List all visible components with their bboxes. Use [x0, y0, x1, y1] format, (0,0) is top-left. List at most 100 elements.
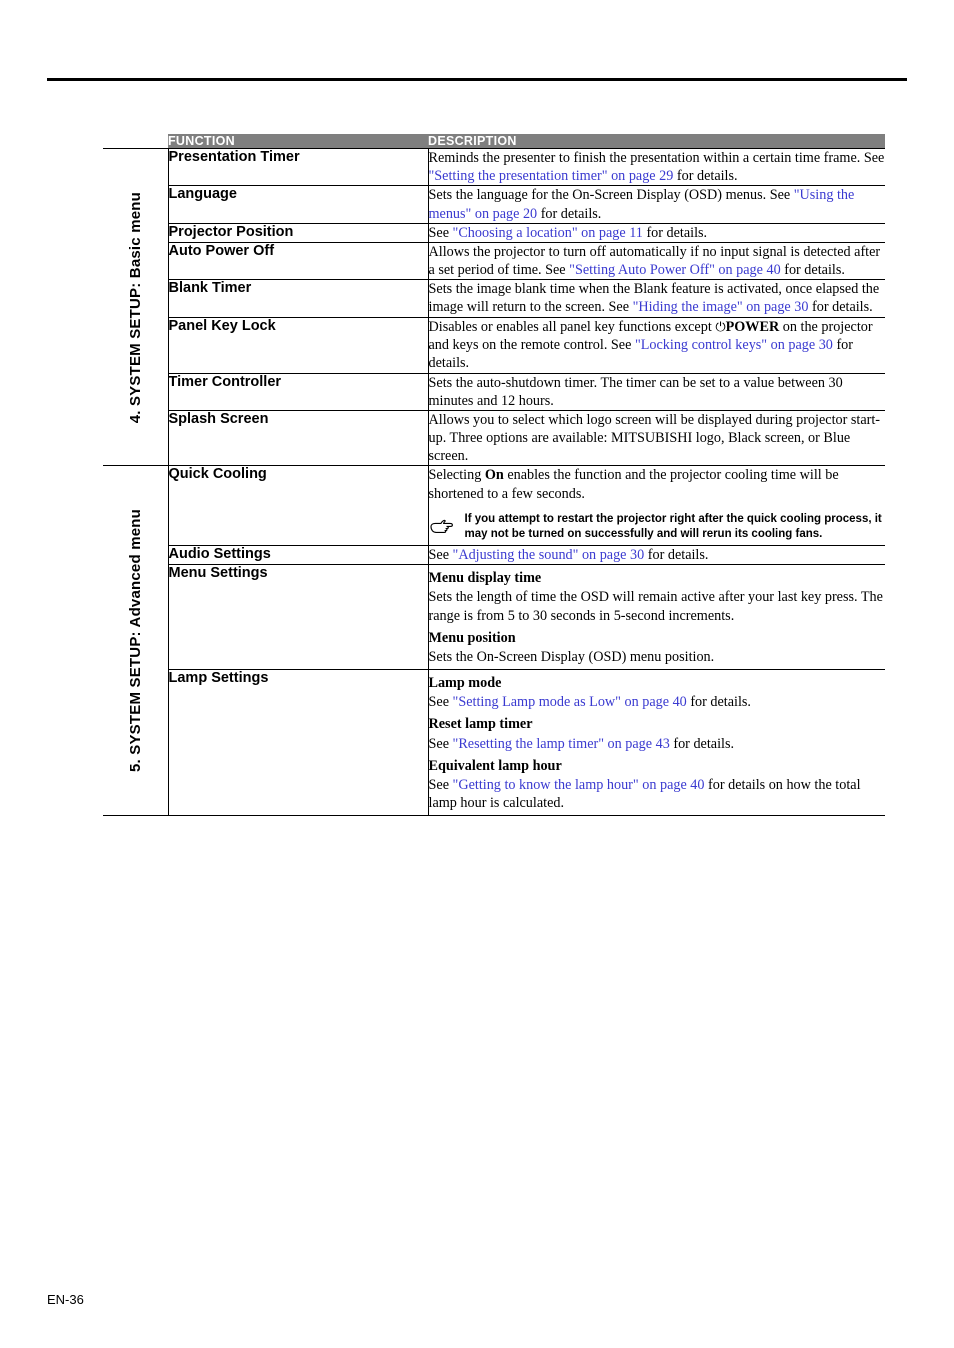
body-text: See	[428, 735, 453, 752]
sub-setting-heading: Equivalent lamp hour	[428, 757, 562, 774]
cross-reference-link[interactable]: "Setting Auto Power Off" on page 40	[569, 262, 781, 278]
sub-setting-heading: Menu display time	[428, 570, 542, 587]
description-paragraph: Allows you to select which logo screen w…	[429, 411, 886, 466]
function-name-cell: Auto Power Off	[168, 241, 429, 280]
description-paragraph: Allows the projector to turn off automat…	[429, 243, 886, 279]
function-description-cell: See "Choosing a location" on page 11 for…	[428, 222, 886, 243]
note-text: If you attempt to restart the projector …	[464, 512, 882, 540]
cross-reference-link[interactable]: "Adjusting the sound" on page 30	[453, 547, 645, 563]
body-text: Sets the On-Screen Display (OSD) menu po…	[428, 648, 715, 665]
function-description-cell: See "Adjusting the sound" on page 30 for…	[428, 545, 886, 565]
table-row: Language Sets the language for the On-Scr…	[103, 185, 886, 224]
body-text: for details.	[642, 224, 708, 241]
sub-setting-body: Sets the On-Screen Display (OSD) menu po…	[429, 648, 886, 666]
note-icon-wrap	[429, 512, 455, 539]
description-paragraph: Sets the language for the On-Screen Disp…	[429, 186, 886, 222]
function-description-cell: Sets the auto-shutdown timer. The timer …	[428, 372, 886, 411]
section-side-label: 5. SYSTEM SETUP: Advanced menu	[103, 465, 169, 816]
body-text: See	[428, 694, 453, 711]
function-description-cell: Allows the projector to turn off automat…	[428, 241, 886, 280]
function-name-cell: Presentation Timer	[168, 147, 429, 186]
description-paragraph: See "Choosing a location" on page 11 for…	[429, 224, 886, 242]
table-row: Blank Timer Sets the image blank time whe…	[103, 279, 886, 318]
page-number: EN-36	[47, 1292, 84, 1307]
document-page: FUNCTION DESCRIPTION 4. SYSTEM SETUP: Basi…	[0, 0, 954, 1348]
body-text: for details.	[644, 547, 709, 564]
table-row: Auto Power Off Allows the projector to tu…	[103, 241, 886, 280]
table-row: Audio Settings See "Adjusting the sound" …	[103, 545, 886, 565]
body-text: for details.	[780, 262, 845, 279]
function-name-cell: Blank Timer	[168, 279, 429, 318]
header-rule	[47, 78, 907, 81]
table-header-row: FUNCTION DESCRIPTION	[103, 134, 885, 149]
sub-setting-heading: Menu position	[428, 629, 516, 646]
column-header-function: FUNCTION	[168, 134, 428, 149]
table-row: Timer Controller Sets the auto-shutdown t…	[103, 372, 886, 411]
description-paragraph: Sets the image blank time when the Blank…	[429, 280, 886, 316]
body-text: Sets the length of time the OSD will rem…	[428, 589, 883, 624]
cross-reference-link[interactable]: "Choosing a location" on page 11	[453, 225, 643, 241]
sub-setting-body: Sets the length of time the OSD will rem…	[429, 588, 886, 624]
function-name-cell: Splash Screen	[168, 409, 429, 466]
body-text: Disables or enables all panel key functi…	[428, 318, 716, 335]
menu-reference-table: FUNCTION DESCRIPTION 4. SYSTEM SETUP: Basi…	[103, 134, 886, 817]
body-text: Allows you to select which logo screen w…	[428, 411, 881, 465]
section-side-label: 4. SYSTEM SETUP: Basic menu	[103, 147, 169, 466]
function-name-cell: Lamp Settings	[168, 669, 429, 816]
function-description-cell: Disables or enables all panel key functi…	[428, 316, 885, 374]
sub-setting-body: See "Getting to know the lamp hour" on p…	[429, 776, 886, 812]
function-description-cell: Lamp mode See "Setting Lamp mode as Low" …	[428, 669, 886, 816]
body-text: for details.	[537, 205, 602, 222]
body-text: for details.	[669, 735, 735, 752]
body-text: for details.	[686, 694, 751, 711]
function-description-cell: Selecting On enables the function and th…	[428, 465, 886, 546]
emphasis-text: POWER	[725, 318, 780, 335]
pointing-hand-icon	[429, 519, 453, 533]
description-paragraph: See "Adjusting the sound" on page 30 for…	[429, 546, 886, 564]
emphasis-text: On	[484, 467, 504, 484]
caution-note: If you attempt to restart the projector …	[429, 512, 886, 542]
function-description-cell: Sets the image blank time when the Blank…	[428, 279, 886, 318]
table-bottom-border	[103, 815, 885, 817]
function-description-cell: Reminds the presenter to finish the pres…	[428, 147, 886, 186]
bottom-border-side	[103, 815, 169, 817]
header-spacer	[103, 134, 168, 149]
cross-reference-link[interactable]: "Setting Lamp mode as Low" on page 40	[453, 694, 687, 710]
body-text: Sets the language for the On-Screen Disp…	[428, 187, 794, 204]
table-row: Splash Screen Allows you to select which …	[103, 409, 886, 466]
bottom-border-function	[168, 815, 428, 817]
body-text: Sets the auto-shutdown timer. The timer …	[428, 374, 843, 409]
table-row: Panel Key Lock Disables or enables all pa…	[103, 316, 885, 374]
table-row: Menu Settings Menu display time Sets the l…	[103, 564, 886, 670]
body-text: Reminds the presenter to finish the pres…	[428, 150, 885, 166]
cross-reference-link[interactable]: "Locking control keys" on page 30	[635, 337, 833, 353]
cross-reference-link[interactable]: "Getting to know the lamp hour" on page …	[453, 777, 705, 793]
table-row: 5. SYSTEM SETUP: Advanced menu Quick Cool…	[103, 465, 886, 816]
function-name-cell: Projector Position	[168, 222, 429, 243]
function-name-cell: Timer Controller	[168, 372, 429, 411]
sub-setting-heading: Reset lamp timer	[428, 716, 533, 733]
cross-reference-link[interactable]: "Resetting the lamp timer" on page 43	[453, 736, 670, 752]
column-header-description: DESCRIPTION	[428, 134, 885, 149]
body-text: See	[428, 547, 453, 564]
function-name-cell: Language	[168, 185, 429, 224]
body-text: Selecting	[428, 467, 485, 484]
function-name-cell: Audio Settings	[168, 545, 429, 565]
power-icon: ⏻	[715, 319, 726, 335]
table-row: Projector Position See "Choosing a locati…	[103, 222, 886, 243]
description-paragraph: Sets the auto-shutdown timer. The timer …	[429, 374, 886, 410]
function-name-cell: Panel Key Lock	[168, 316, 429, 374]
body-text: See	[428, 224, 453, 241]
description-paragraph: Selecting On enables the function and th…	[429, 466, 886, 502]
function-description-cell: Menu display time Sets the length of time…	[428, 564, 886, 670]
cross-reference-link[interactable]: "Setting the presentation timer" on page…	[429, 168, 674, 184]
body-text: for details.	[808, 299, 873, 316]
bottom-border-description	[428, 815, 885, 817]
function-description-cell: Sets the language for the On-Screen Disp…	[428, 185, 886, 224]
cross-reference-link[interactable]: "Hiding the image" on page 30	[633, 299, 809, 315]
body-text: for details.	[673, 168, 738, 185]
sub-setting-heading: Lamp mode	[428, 675, 502, 692]
table-row: 4. SYSTEM SETUP: Basic menu Presentation …	[103, 147, 886, 466]
description-paragraph: Reminds the presenter to finish the pres…	[429, 149, 886, 185]
section-side-label-text: 5. SYSTEM SETUP: Advanced menu	[126, 509, 144, 773]
